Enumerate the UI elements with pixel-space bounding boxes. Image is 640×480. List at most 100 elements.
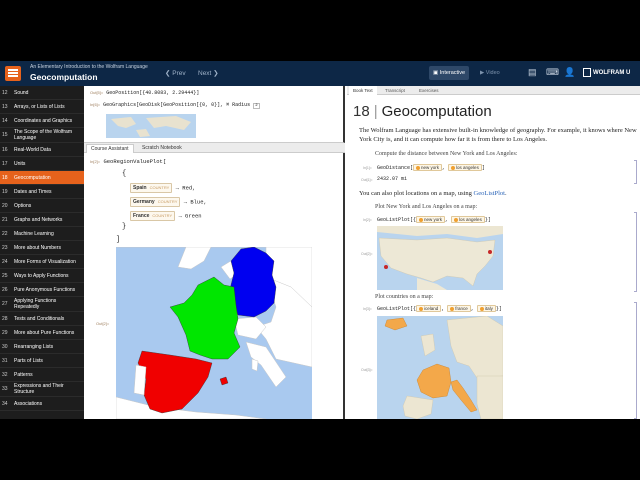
- chapter-number: 34: [2, 400, 8, 407]
- wolfram-brand[interactable]: WOLFRAM U: [583, 68, 630, 77]
- los-angeles-point: [384, 265, 388, 269]
- chapter-number: 21: [2, 216, 8, 223]
- sidebar-item[interactable]: 19 Dates and Times: [0, 185, 84, 199]
- country-icon: [419, 306, 424, 311]
- prev-button[interactable]: ❮ Prev: [165, 69, 186, 77]
- chapter-number: 25: [2, 272, 8, 279]
- chapter-heading: 18 | Geocomputation: [353, 103, 492, 120]
- list-item[interactable]: Spain COUNTRY → Red,: [130, 183, 195, 193]
- country-name: italy: [484, 306, 493, 311]
- countries-input[interactable]: GeoListPlot[{iceland, france, italy}]: [377, 305, 502, 312]
- out-text: GeoPosition[{40.8083, 2.29444}]: [106, 90, 200, 96]
- sidebar-item[interactable]: 18 Geocomputation: [0, 171, 84, 185]
- sidebar-item[interactable]: 17 Units: [0, 157, 84, 171]
- keyboard-icon[interactable]: ⌨: [546, 67, 559, 78]
- tab-book-text[interactable]: Book Text: [349, 86, 377, 95]
- chapter-number: 20: [2, 202, 8, 209]
- chapter-number: 18: [353, 103, 370, 120]
- chapter-label: Expressions and Their Structure: [14, 383, 64, 395]
- chapter-label: Dates and Times: [14, 188, 52, 195]
- geodistance-input[interactable]: GeoDistance[new york, los angeles]: [377, 164, 485, 171]
- sidebar-item[interactable]: 15 The Scope of the Wolfram Language: [0, 128, 84, 143]
- wolfram-logo-icon: [583, 68, 591, 77]
- func-name: GeoDistance[: [377, 164, 414, 171]
- country-icon: [479, 306, 484, 311]
- out-label: Out[2]=: [361, 252, 373, 256]
- sidebar-item[interactable]: 25 Ways to Apply Functions: [0, 269, 84, 283]
- sidebar-item[interactable]: 16 Real-World Data: [0, 143, 84, 157]
- interactive-button[interactable]: ▣ Interactive: [429, 66, 470, 80]
- list-item[interactable]: Germany COUNTRY → Blue,: [130, 197, 207, 207]
- region-value-map: [116, 247, 312, 419]
- sidebar-item[interactable]: 24 More Forms of Visualization: [0, 255, 84, 269]
- cell-bracket[interactable]: [634, 212, 637, 292]
- out-label: Out[5]=: [90, 90, 104, 95]
- input-line[interactable]: In[6]= GeoGraphics[GeoDisk[GeoPosition[{…: [90, 102, 260, 109]
- sidebar-item[interactable]: 26 Pure Anonymous Functions: [0, 283, 84, 297]
- entity-chip: new york: [413, 164, 443, 171]
- book-tabs: Book Text Transcript Exercises: [347, 86, 640, 95]
- new-york-point: [488, 250, 492, 254]
- sidebar-item[interactable]: 34 Associations: [0, 397, 84, 411]
- chapter-number: 24: [2, 258, 8, 265]
- sidebar-item[interactable]: 23 More about Numbers: [0, 241, 84, 255]
- land-corsica: [251, 358, 259, 372]
- book-panel: Book Text Transcript Exercises 18 | Geocom…: [347, 86, 640, 419]
- sidebar-item[interactable]: 20 Options: [0, 199, 84, 213]
- tab-transcript[interactable]: Transcript: [381, 86, 409, 95]
- chapter-number: 29: [2, 329, 8, 336]
- sidebar-item[interactable]: 22 Machine Learning: [0, 227, 84, 241]
- menu-icon[interactable]: [5, 66, 21, 81]
- city-icon: [451, 165, 456, 170]
- close-brace: }: [122, 223, 127, 231]
- chapter-number: 26: [2, 286, 8, 293]
- land-portugal: [133, 364, 147, 396]
- course-assistant-panel: Course Assistant Scratch Notebook In[2]=…: [84, 142, 345, 419]
- chapter-number: 32: [2, 371, 8, 378]
- entity-chip: los angeles: [451, 216, 485, 223]
- entity-chip: france: [447, 305, 471, 312]
- list-item[interactable]: France COUNTRY → Green: [130, 211, 202, 221]
- geolistplot-input[interactable]: GeoListPlot[{new york, los angeles}]: [377, 216, 491, 223]
- assistant-tabs: Course Assistant Scratch Notebook: [84, 143, 345, 153]
- chevron-right-icon: ❯: [211, 70, 219, 77]
- next-label: Next: [198, 70, 212, 77]
- intro-paragraph: The Wolfram Language has extensive built…: [359, 127, 637, 143]
- user-icon[interactable]: 👤: [564, 67, 575, 78]
- chapter-number: 28: [2, 315, 8, 322]
- interactive-icon: ▣: [433, 70, 440, 76]
- city-name: new york: [421, 165, 440, 170]
- sidebar-item[interactable]: 31 Parts of Lists: [0, 354, 84, 368]
- chapter-label: Options: [14, 202, 32, 209]
- video-label: Video: [485, 70, 500, 76]
- tab-exercises[interactable]: Exercises: [415, 86, 443, 95]
- sidebar-item[interactable]: 27 Applying Functions Repeatedly: [0, 297, 84, 312]
- slides-icon[interactable]: ▤: [528, 67, 537, 78]
- chapter-label: Machine Learning: [14, 230, 54, 237]
- chapter-label: Coordinates and Graphics: [14, 117, 73, 124]
- open-brace: {: [122, 170, 127, 178]
- sidebar-item[interactable]: 28 Tests and Conditionals: [0, 312, 84, 326]
- cell-bracket[interactable]: [634, 160, 637, 184]
- cell-bracket[interactable]: [634, 302, 637, 419]
- sidebar-item[interactable]: 33 Expressions and Their Structure: [0, 382, 84, 397]
- sidebar-item[interactable]: 12 Sound: [0, 86, 84, 100]
- chapter-label: Patterns: [14, 371, 33, 378]
- sidebar-item[interactable]: 30 Rearranging Lists: [0, 340, 84, 354]
- geolistplot-link[interactable]: GeoListPlot: [474, 190, 505, 197]
- video-button[interactable]: ▶ Video: [476, 66, 504, 80]
- sidebar-item[interactable]: 32 Patterns: [0, 368, 84, 382]
- tab-course-assistant[interactable]: Course Assistant: [86, 144, 134, 153]
- entity-chip: los angeles: [448, 164, 482, 171]
- tab-scratch-notebook[interactable]: Scratch Notebook: [138, 144, 186, 153]
- next-button[interactable]: Next ❯: [198, 69, 219, 77]
- sidebar-item[interactable]: 13 Arrays, or Lists of Lists: [0, 100, 84, 114]
- chapter-label: Rearranging Lists: [14, 343, 54, 350]
- sidebar-item[interactable]: 21 Graphs and Networks: [0, 213, 84, 227]
- chapter-label: Graphs and Networks: [14, 216, 63, 223]
- step-text: Plot countries on a map:: [375, 294, 434, 300]
- chapter-number: 33: [2, 386, 8, 392]
- sidebar-item[interactable]: 29 More about Pure Functions: [0, 326, 84, 340]
- assistant-input[interactable]: In[2]= GeoRegionValuePlot[: [90, 158, 166, 165]
- sidebar-item[interactable]: 14 Coordinates and Graphics: [0, 114, 84, 128]
